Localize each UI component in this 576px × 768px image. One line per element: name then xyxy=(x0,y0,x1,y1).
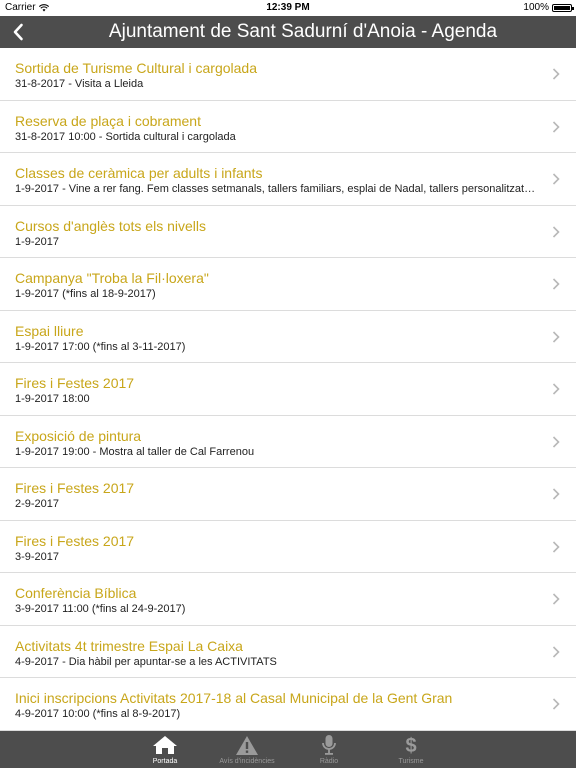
microphone-icon xyxy=(321,734,337,756)
agenda-item-title: Inici inscripcions Activitats 2017-18 al… xyxy=(15,690,453,706)
chevron-right-icon xyxy=(552,698,560,710)
agenda-item-title: Fires i Festes 2017 xyxy=(15,375,135,391)
chevron-right-icon xyxy=(552,68,560,80)
tab-label: Turisme xyxy=(398,758,424,765)
agenda-item-title: Cursos d'anglès tots els nivells xyxy=(15,217,206,234)
battery-group: 100% xyxy=(523,2,574,13)
agenda-item-subtitle: 31-8-2017 - Visita a Lleida xyxy=(15,78,144,90)
agenda-item-title: Campanya "Troba la Fil·loxera" xyxy=(15,270,209,286)
chevron-right-icon xyxy=(552,540,560,553)
chevron-right-icon xyxy=(552,225,560,238)
agenda-item[interactable]: Reserva de plaça i cobrament 31-8-2017 10… xyxy=(0,101,576,153)
tab-label: Avís d'incidències xyxy=(219,758,275,765)
agenda-item[interactable]: Inici inscripcions Activitats 2017-18 al… xyxy=(0,678,576,731)
agenda-list[interactable]: Sortida de Turisme Cultural i cargolada 3… xyxy=(0,48,576,731)
agenda-item-subtitle: 1-9-2017 17:00 (*fins al 3-11-2017) xyxy=(15,340,186,353)
chevron-right-icon xyxy=(552,330,560,343)
agenda-item-subtitle: 1-9-2017 19:00 - Mostra al taller de Cal… xyxy=(15,445,255,458)
tab-microphone[interactable]: Ràdio xyxy=(288,731,370,768)
agenda-item[interactable]: Fires i Festes 2017 2-9-2017 xyxy=(0,468,576,521)
agenda-item[interactable]: Cursos d'anglès tots els nivells 1-9-2017 xyxy=(0,206,576,258)
agenda-item-subtitle: 3-9-2017 xyxy=(15,550,60,563)
chevron-left-icon xyxy=(13,23,23,41)
page-title: Ajuntament de Sant Sadurní d'Anoia - Age… xyxy=(108,21,498,42)
tab-home[interactable]: Portada xyxy=(124,731,206,768)
agenda-item-title: Fires i Festes 2017 xyxy=(15,480,135,496)
status-time: 12:39 PM xyxy=(266,2,310,13)
agenda-item[interactable]: Classes de ceràmica per adults i infants… xyxy=(0,153,576,206)
tab-label: Ràdio xyxy=(319,758,339,765)
navigation-bar: Ajuntament de Sant Sadurní d'Anoia - Age… xyxy=(0,16,576,48)
agenda-item-subtitle: 1-9-2017 - Vine a rer fang. Fem classes … xyxy=(15,183,536,195)
svg-text:$: $ xyxy=(405,735,416,756)
agenda-item-subtitle: 4-9-2017 10:00 (*fins al 8-9-2017) xyxy=(15,708,181,720)
dollar-icon: $ xyxy=(404,734,418,756)
agenda-item-title: Conferència Bíblica xyxy=(15,585,137,601)
agenda-item-title: Reserva de plaça i cobrament xyxy=(15,112,201,129)
agenda-item-title: Fires i Festes 2017 xyxy=(15,532,135,549)
battery-level xyxy=(554,5,570,10)
agenda-item-subtitle: 2-9-2017 xyxy=(15,498,60,510)
agenda-item-subtitle: 1-9-2017 18:00 xyxy=(15,393,90,405)
agenda-item-subtitle: 3-9-2017 11:00 (*fins al 24-9-2017) xyxy=(15,603,186,615)
agenda-item[interactable]: Espai lliure 1-9-2017 17:00 (*fins al 3-1… xyxy=(0,311,576,363)
agenda-item[interactable]: Conferència Bíblica 3-9-2017 11:00 (*fins… xyxy=(0,573,576,626)
agenda-item[interactable]: Fires i Festes 2017 1-9-2017 18:00 xyxy=(0,363,576,416)
chevron-right-icon xyxy=(552,173,560,185)
status-bar: Carrier 12:39 PM 100% xyxy=(0,0,576,16)
agenda-item[interactable]: Activitats 4t trimestre Espai La Caixa 4-… xyxy=(0,626,576,678)
tab-bar: Portada Avís d'incidències Ràdio $ Turisme xyxy=(0,731,576,768)
back-button[interactable] xyxy=(0,16,36,48)
agenda-item-title: Classes de ceràmica per adults i infants xyxy=(15,165,263,181)
agenda-item[interactable]: Fires i Festes 2017 3-9-2017 xyxy=(0,521,576,573)
agenda-item-title: Activitats 4t trimestre Espai La Caixa xyxy=(15,637,243,654)
battery-percentage: 100% xyxy=(523,2,549,13)
agenda-item[interactable]: Campanya "Troba la Fil·loxera" 1-9-2017 (… xyxy=(0,258,576,311)
agenda-item-subtitle: 31-8-2017 10:00 - Sortida cultural i car… xyxy=(15,130,236,143)
tab-dollar[interactable]: $ Turisme xyxy=(370,731,452,768)
agenda-item-subtitle: 4-9-2017 - Dia hàbil per apuntar-se a le… xyxy=(15,655,277,668)
agenda-item-title: Exposició de pintura xyxy=(15,427,142,444)
tab-label: Portada xyxy=(152,758,178,765)
battery-icon xyxy=(552,3,574,12)
agenda-item-subtitle: 1-9-2017 xyxy=(15,235,60,248)
chevron-right-icon xyxy=(552,488,560,500)
home-icon xyxy=(152,734,178,756)
chevron-right-icon xyxy=(552,645,560,658)
chevron-right-icon xyxy=(552,383,560,395)
warning-icon xyxy=(235,734,259,756)
chevron-right-icon xyxy=(552,120,560,133)
tab-warning[interactable]: Avís d'incidències xyxy=(206,731,288,768)
chevron-right-icon xyxy=(552,593,560,605)
agenda-item[interactable]: Sortida de Turisme Cultural i cargolada 3… xyxy=(0,48,576,101)
agenda-item[interactable]: Exposició de pintura 1-9-2017 19:00 - Mos… xyxy=(0,416,576,468)
agenda-item-title: Espai lliure xyxy=(15,322,84,339)
agenda-item-title: Sortida de Turisme Cultural i cargolada xyxy=(15,60,258,76)
chevron-right-icon xyxy=(552,278,560,290)
chevron-right-icon xyxy=(552,435,560,448)
agenda-item-subtitle: 1-9-2017 (*fins al 18-9-2017) xyxy=(15,288,156,300)
